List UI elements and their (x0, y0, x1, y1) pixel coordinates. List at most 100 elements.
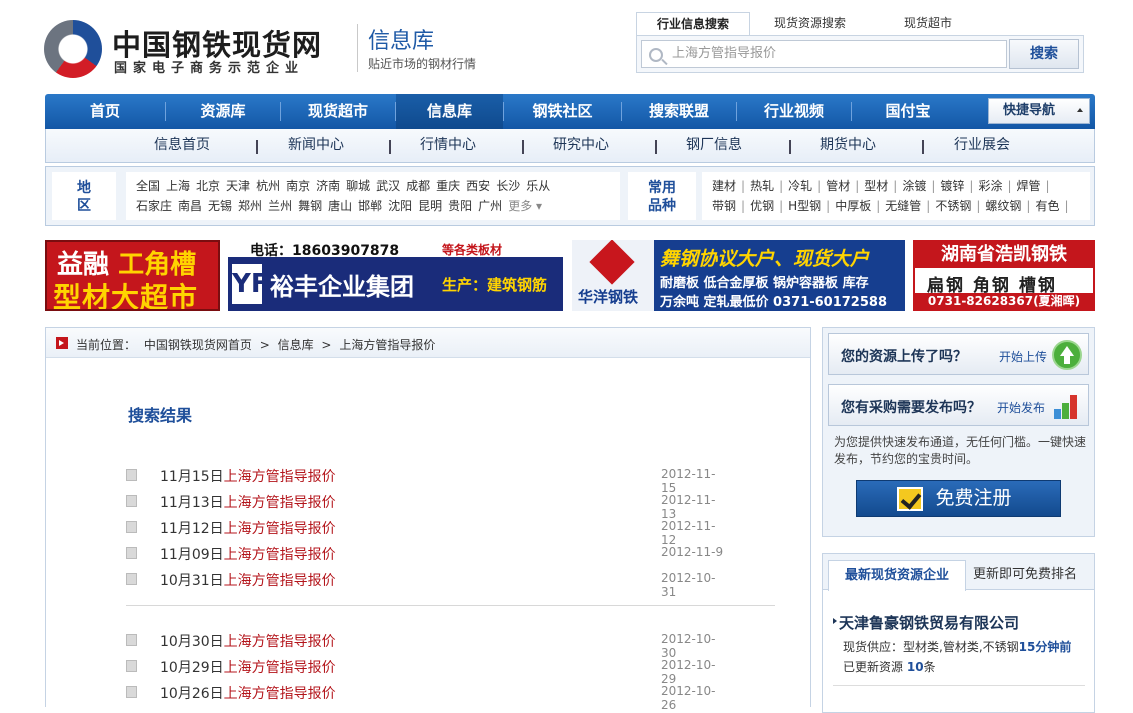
subnav-futures-center[interactable]: 期货中心 (802, 129, 894, 162)
subnav-info-home[interactable]: 信息首页 (136, 129, 228, 162)
product-link[interactable]: 冷轧 (788, 179, 812, 193)
region-link[interactable]: 兰州 (268, 199, 292, 213)
company-name-link[interactable]: 天津鲁豪钢铁贸易有限公司 (839, 612, 1019, 633)
region-link[interactable]: 成都 (406, 179, 430, 193)
nav-community[interactable]: 钢铁社区 (504, 94, 621, 129)
result-link[interactable]: 11月12日上海方管指导报价 (160, 518, 336, 538)
region-link[interactable]: 舞钢 (298, 199, 322, 213)
search-button[interactable]: 搜索 (1009, 39, 1079, 69)
product-link[interactable]: 无缝管 (885, 199, 921, 213)
ad3-contact: 万余吨 定轧最低价 0371-60172588 (660, 295, 887, 310)
register-label: 免费注册 (935, 487, 1012, 509)
result-title: 上海方管指导报价 (223, 573, 336, 589)
region-link[interactable]: 贵阳 (448, 199, 472, 213)
product-link[interactable]: 螺纹钢 (985, 199, 1021, 213)
region-link[interactable]: 乐从 (526, 179, 550, 193)
region-link[interactable]: 沈阳 (388, 199, 412, 213)
result-link[interactable]: 10月30日上海方管指导报价 (160, 631, 336, 651)
product-link[interactable]: 涂镀 (902, 179, 926, 193)
product-link[interactable]: 管材 (826, 179, 850, 193)
list-divider (126, 605, 775, 606)
ad3-headline: 舞钢协议大户、现货大户 (660, 248, 870, 270)
region-link[interactable]: 南京 (286, 179, 310, 193)
free-register-button[interactable]: 免费注册 (856, 480, 1061, 517)
result-link[interactable]: 10月29日上海方管指导报价 (160, 657, 336, 677)
subnav-market-center[interactable]: 行情中心 (402, 129, 494, 162)
result-row: 11月12日上海方管指导报价 2012-11-12 (126, 517, 726, 547)
region-link[interactable]: 石家庄 (136, 199, 172, 213)
region-link[interactable]: 北京 (196, 179, 220, 193)
product-link[interactable]: 建材 (712, 179, 736, 193)
subnav-research-center[interactable]: 研究中心 (535, 129, 627, 162)
nav-info-library[interactable]: 信息库 (396, 94, 503, 129)
result-link[interactable]: 10月26日上海方管指导报价 (160, 683, 336, 703)
quick-nav-button[interactable]: 快捷导航 (988, 98, 1090, 124)
region-link[interactable]: 武汉 (376, 179, 400, 193)
region-link[interactable]: 长沙 (496, 179, 520, 193)
subnav-news-center[interactable]: 新闻中心 (270, 129, 362, 162)
ad-banner-yufeng[interactable]: 电话：18603907878 等各类板材 YF 裕丰企业集团 生产：建筑钢筋 (228, 240, 563, 311)
upload-resource-button[interactable]: 您的资源上传了吗？ 开始上传 (828, 333, 1089, 375)
region-link[interactable]: 济南 (316, 179, 340, 193)
search-tab-spot-resources[interactable]: 现货资源搜索 (758, 12, 862, 36)
subnav-mill-info[interactable]: 钢厂信息 (668, 129, 760, 162)
ad-banner-yirong[interactable]: 益融 工角槽 型材大超市 (45, 240, 220, 311)
tab-free-ranking[interactable]: 更新即可免费排名 (973, 563, 1077, 582)
product-link[interactable]: 优钢 (750, 199, 774, 213)
upload-action: 开始上传 (999, 350, 1048, 364)
result-title: 上海方管指导报价 (223, 495, 336, 511)
search-input[interactable]: 上海方管指导报价 (641, 40, 1007, 68)
site-logo-icon[interactable] (44, 20, 102, 78)
nav-home[interactable]: 首页 (45, 94, 165, 129)
region-link[interactable]: 杭州 (256, 179, 280, 193)
region-link[interactable]: 上海 (166, 179, 190, 193)
product-link[interactable]: 彩涂 (978, 179, 1002, 193)
nav-industry-video[interactable]: 行业视频 (737, 94, 851, 129)
more-regions-link[interactable]: 更多 ▾ (508, 199, 542, 213)
subnav-exhibitions[interactable]: 行业展会 (936, 129, 1028, 162)
breadcrumb-info-link[interactable]: 信息库 (278, 338, 314, 352)
nav-search-alliance[interactable]: 搜索联盟 (622, 94, 736, 129)
result-link[interactable]: 10月31日上海方管指导报价 (160, 570, 336, 590)
breadcrumb: 当前位置： 中国钢铁现货网首页 > 信息库 > 上海方管指导报价 (46, 328, 810, 358)
region-link[interactable]: 重庆 (436, 179, 460, 193)
ad2-phone: 电话：18603907878 (250, 243, 400, 259)
region-link[interactable]: 全国 (136, 179, 160, 193)
product-separator: | (855, 179, 860, 193)
product-link[interactable]: 中厚板 (835, 199, 871, 213)
product-link[interactable]: 不锈钢 (935, 199, 971, 213)
region-link[interactable]: 广州 (478, 199, 502, 213)
tab-latest-companies[interactable]: 最新现货资源企业 (828, 560, 966, 591)
ad-banner-haokai[interactable]: 湖南省浩凯钢铁 扁钢 角钢 槽钢 0731-82628367(夏湘晖) (913, 240, 1095, 311)
nav-spot-market[interactable]: 现货超市 (281, 94, 395, 129)
result-link[interactable]: 11月09日上海方管指导报价 (160, 544, 336, 564)
product-link[interactable]: 热轧 (750, 179, 774, 193)
breadcrumb-home-link[interactable]: 中国钢铁现货网首页 (144, 338, 252, 352)
result-link[interactable]: 11月13日上海方管指导报价 (160, 492, 336, 512)
region-link[interactable]: 聊城 (346, 179, 370, 193)
product-link[interactable]: 镀锌 (940, 179, 964, 193)
product-link[interactable]: 焊管 (1017, 179, 1041, 193)
nav-guofubao[interactable]: 国付宝 (852, 94, 964, 129)
region-link[interactable]: 昆明 (418, 199, 442, 213)
result-link[interactable]: 11月15日上海方管指导报价 (160, 466, 336, 486)
region-link[interactable]: 天津 (226, 179, 250, 193)
companies-tabs: 最新现货资源企业 更新即可免费排名 (823, 554, 1094, 591)
ad-banner-huayang[interactable]: 华洋钢铁 舞钢协议大户、现货大户 耐磨板 低合金厚板 锅炉容器板 库存 万余吨 … (572, 240, 905, 311)
section-subtitle: 贴近市场的钢材行情 (368, 57, 477, 71)
product-link[interactable]: 有色 (1035, 199, 1059, 213)
region-link[interactable]: 南昌 (178, 199, 202, 213)
search-tab-industry-info[interactable]: 行业信息搜索 (636, 12, 750, 36)
search-tab-spot-market[interactable]: 现货超市 (886, 12, 970, 36)
region-link[interactable]: 无锡 (208, 199, 232, 213)
result-title: 上海方管指导报价 (223, 521, 336, 537)
region-link[interactable]: 郑州 (238, 199, 262, 213)
product-link[interactable]: H型钢 (788, 199, 821, 213)
nav-resources[interactable]: 资源库 (166, 94, 280, 129)
product-link[interactable]: 带钢 (712, 199, 736, 213)
publish-purchase-button[interactable]: 您有采购需要发布吗？ 开始发布 (828, 384, 1089, 426)
region-link[interactable]: 西安 (466, 179, 490, 193)
product-link[interactable]: 型材 (864, 179, 888, 193)
region-link[interactable]: 邯郸 (358, 199, 382, 213)
region-link[interactable]: 唐山 (328, 199, 352, 213)
